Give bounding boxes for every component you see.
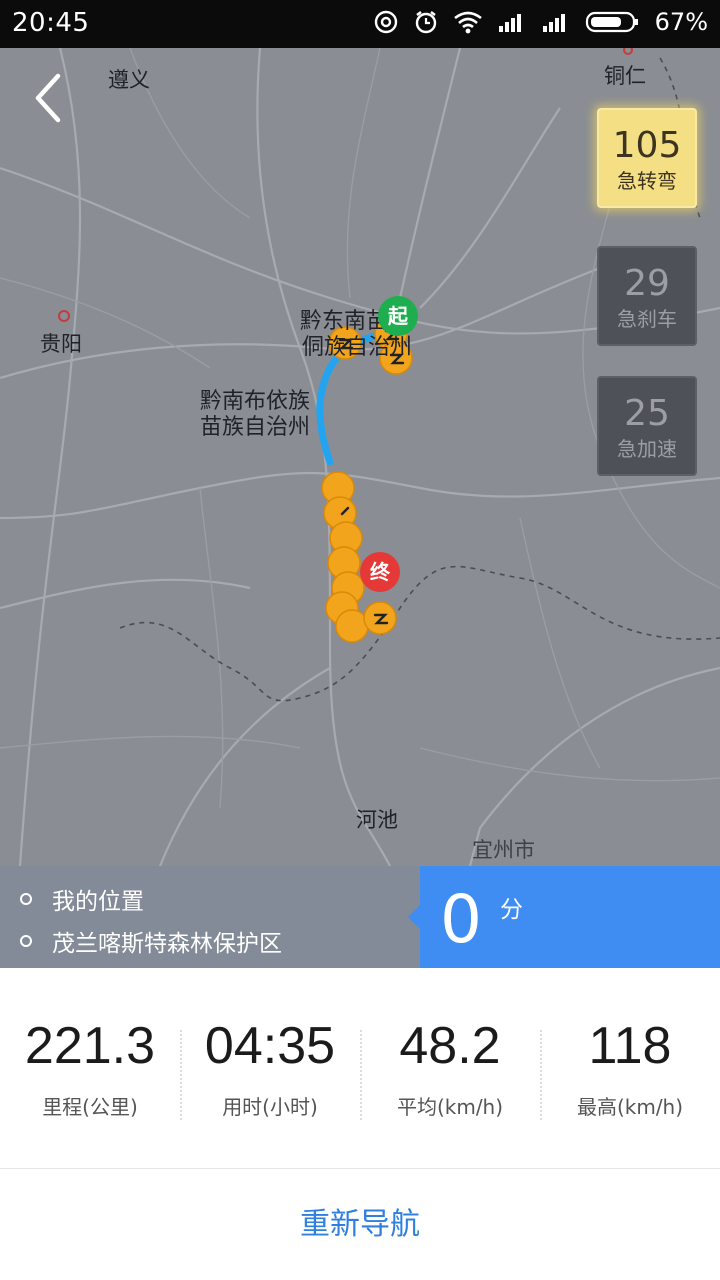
- back-button[interactable]: [26, 70, 74, 126]
- stat-value: 04:35: [204, 1017, 336, 1075]
- sharp-turn-card[interactable]: 105 急转弯: [597, 108, 697, 208]
- sharp-turn-count: 105: [612, 125, 682, 166]
- rapid-accel-card[interactable]: 25 急加速: [597, 376, 697, 476]
- map-label-zunyi: 遵义: [108, 68, 150, 92]
- status-bar: 20:45 67%: [0, 0, 720, 48]
- origin-label: 我的位置: [52, 889, 144, 915]
- map-label-yizhou: 宜州市: [472, 838, 535, 862]
- stat-distance: 221.3 里程(公里): [0, 968, 180, 1168]
- cell-signal-icon: [541, 11, 571, 33]
- stat-value: 118: [588, 1017, 672, 1075]
- wifi-icon: [453, 10, 483, 34]
- end-pin[interactable]: 终: [360, 552, 400, 592]
- hard-brake-card[interactable]: 29 急刹车: [597, 246, 697, 346]
- destination-dot-icon: [20, 935, 32, 947]
- trip-stats: 221.3 里程(公里) 04:35 用时(小时) 48.2 平均(km/h) …: [0, 968, 720, 1168]
- map-label-guiyang: 贵阳: [40, 332, 82, 356]
- renavigate-button[interactable]: 重新导航: [0, 1169, 720, 1280]
- rapid-accel-label: 急加速: [617, 437, 677, 461]
- map-label-qiannan-1: 黔南布依族: [200, 389, 311, 414]
- route-endpoints: 我的位置 茂兰喀斯特森林保护区: [0, 866, 420, 968]
- stat-max-speed: 118 最高(km/h): [540, 968, 720, 1168]
- alarm-clock-icon: [413, 9, 439, 35]
- start-pin[interactable]: 起: [378, 296, 418, 336]
- map-label-qiannan-2: 苗族自治州: [200, 415, 311, 440]
- chevron-left-icon: [35, 73, 61, 123]
- eta-value: 0: [440, 881, 482, 958]
- route-summary-bar: 我的位置 茂兰喀斯特森林保护区 0 分: [0, 866, 720, 968]
- map-label-qiandongnan-2: 侗族自治州: [302, 335, 413, 360]
- stat-duration: 04:35 用时(小时): [180, 968, 360, 1168]
- stat-label: 最高(km/h): [576, 1095, 684, 1119]
- eta-unit: 分: [500, 897, 523, 923]
- status-time: 20:45: [12, 8, 90, 38]
- rapid-accel-count: 25: [624, 393, 670, 434]
- hard-brake-label: 急刹车: [617, 307, 677, 331]
- hotspot-icon: [373, 9, 399, 35]
- hard-brake-count: 29: [624, 263, 670, 304]
- stat-label: 平均(km/h): [396, 1095, 504, 1119]
- stat-label: 用时(小时): [222, 1095, 318, 1119]
- battery-percent: 67%: [654, 8, 708, 36]
- stat-average-speed: 48.2 平均(km/h): [360, 968, 540, 1168]
- cell-signal-icon: [497, 11, 527, 33]
- map-view[interactable]: 遵义 铜仁 贵阳 黔东南苗 侗族自治州 黔南布依族 苗族自治州 河池 宜州市 起…: [0, 48, 720, 866]
- map-label-tongren: 铜仁: [604, 64, 646, 88]
- destination-label: 茂兰喀斯特森林保护区: [52, 931, 282, 957]
- destination-row: 茂兰喀斯特森林保护区: [20, 924, 282, 958]
- battery-icon: [585, 10, 641, 34]
- origin-dot-icon: [20, 893, 32, 905]
- map-label-hechi: 河池: [356, 808, 398, 832]
- stat-value: 48.2: [399, 1017, 501, 1075]
- sharp-turn-label: 急转弯: [617, 169, 677, 193]
- origin-row: 我的位置: [20, 882, 144, 916]
- stat-value: 221.3: [24, 1017, 156, 1075]
- stat-label: 里程(公里): [42, 1095, 138, 1119]
- map-label-qiandongnan-1: 黔东南苗: [300, 309, 389, 334]
